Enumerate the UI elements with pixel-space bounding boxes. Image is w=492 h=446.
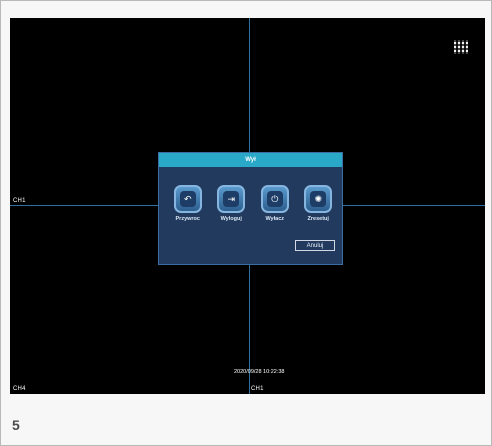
channel-label-bottom-mid: CH1 (251, 386, 264, 392)
reset-action[interactable]: ✺ Zresetuj (299, 185, 339, 229)
power-icon: ⏻ (266, 191, 283, 207)
undo-arrow-icon: ↶ (179, 191, 196, 207)
logout-label: Wyloguj (220, 216, 242, 222)
channel-label-bottom-left: CH4 (13, 386, 26, 392)
logout-button[interactable]: ⇥ (217, 185, 246, 213)
shutdown-action[interactable]: ⏻ Wyłacz (255, 185, 295, 229)
image-frame: CH1 CH4 CH1 2020/09/28 10:22:38 Wył ↶ Pr… (0, 0, 492, 446)
channel-label-left: CH1 (13, 198, 26, 204)
datetime-stamp: 2020/09/28 10:22:38 (234, 369, 285, 375)
reset-label: Zresetuj (307, 216, 329, 222)
logout-icon: ⇥ (223, 191, 240, 207)
shutdown-dialog: Wył ↶ Przywroc ⇥ Wyloguj ⏻ Wyłacz ✺ Zres… (158, 152, 343, 265)
restore-action[interactable]: ↶ Przywroc (168, 185, 208, 229)
cancel-button[interactable]: Anuluj (295, 240, 335, 251)
logout-action[interactable]: ⇥ Wyloguj (212, 185, 252, 229)
shutdown-button[interactable]: ⏻ (260, 185, 289, 213)
dialog-title: Wył (159, 153, 342, 167)
dvr-screen: CH1 CH4 CH1 2020/09/28 10:22:38 Wył ↶ Pr… (10, 18, 485, 394)
reset-button[interactable]: ✺ (304, 185, 333, 213)
figure-number: 5 (12, 417, 20, 433)
restore-label: Przywroc (175, 216, 200, 222)
reset-icon: ✺ (310, 191, 327, 207)
restore-button[interactable]: ↶ (173, 185, 202, 213)
dialog-actions: ↶ Przywroc ⇥ Wyloguj ⏻ Wyłacz ✺ Zresetuj (168, 185, 338, 229)
shutdown-label: Wyłacz (265, 216, 285, 222)
qr-code-icon (454, 40, 468, 54)
